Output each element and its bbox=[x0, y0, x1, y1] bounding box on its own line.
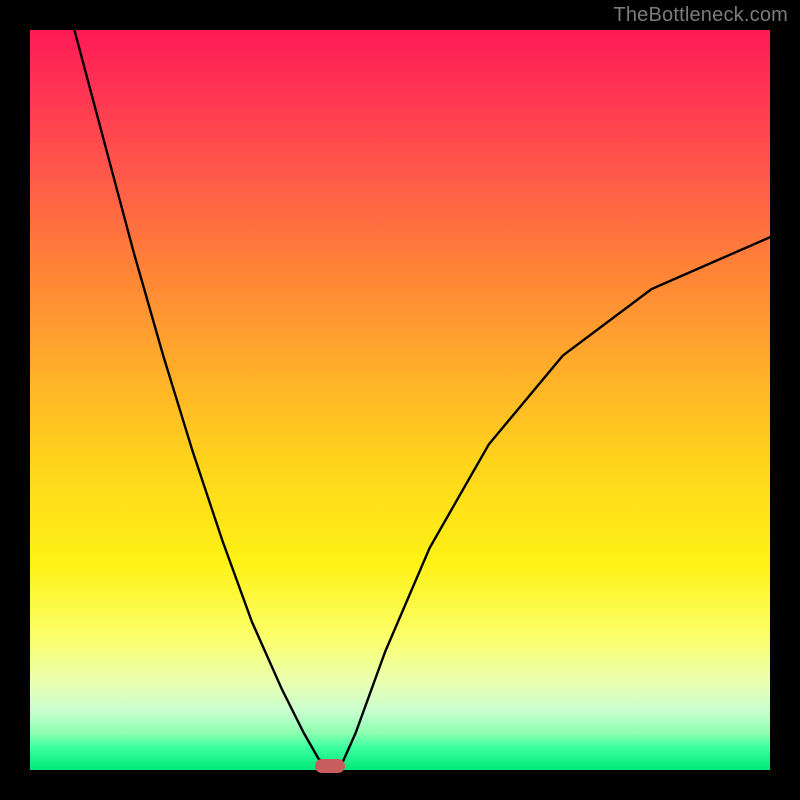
bottleneck-curve bbox=[74, 30, 770, 766]
plot-area bbox=[30, 30, 770, 770]
minimum-marker bbox=[315, 759, 345, 773]
chart-frame: TheBottleneck.com bbox=[0, 0, 800, 800]
watermark-text: TheBottleneck.com bbox=[613, 4, 788, 27]
curve-layer bbox=[30, 30, 770, 770]
